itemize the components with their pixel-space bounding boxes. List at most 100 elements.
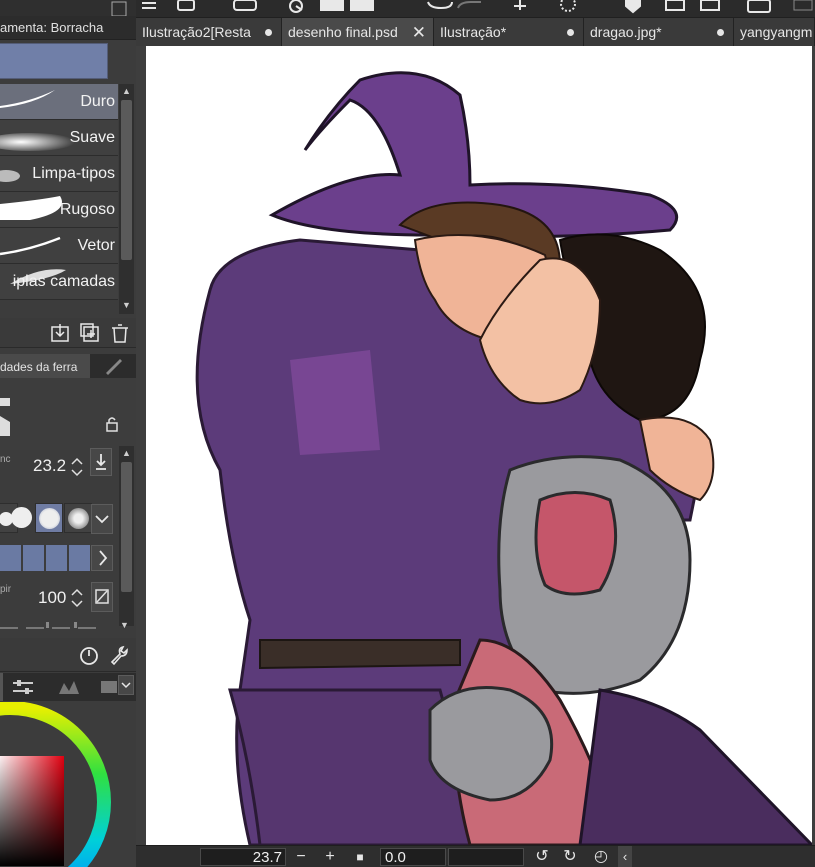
brush-label: Vetor [77, 237, 115, 254]
heart-icon[interactable] [625, 0, 641, 14]
selected-tool-swatch[interactable] [0, 43, 108, 79]
brush-preview-shape [0, 398, 10, 436]
opacity-value[interactable]: 100 [38, 588, 66, 608]
tab-color-wheel[interactable] [0, 673, 3, 701]
rotation-slider[interactable] [448, 848, 524, 866]
artwork-illustration [195, 71, 812, 845]
color-history-icon[interactable] [58, 679, 80, 695]
rotation-field[interactable]: 0.0 [380, 848, 446, 866]
drawing-canvas[interactable] [146, 46, 812, 845]
texture-box[interactable] [23, 545, 44, 571]
brightness-icon[interactable] [560, 0, 576, 12]
film-icon[interactable] [100, 679, 118, 695]
chevron-down-icon[interactable] [91, 504, 113, 534]
brush-item-duro[interactable]: Duro [0, 84, 118, 120]
unsaved-dot-icon [265, 29, 272, 36]
mini-toolbar-icons [111, 1, 127, 17]
chevron-down-icon[interactable] [118, 675, 134, 695]
brush-item-suave[interactable]: Suave [0, 120, 118, 156]
fill-icon[interactable] [320, 0, 374, 11]
zoom-out-icon[interactable]: − [291, 846, 311, 867]
brush-label: iplas camadas [12, 273, 115, 290]
brush-list-scrollbar[interactable]: ▲ ▼ [119, 84, 134, 314]
chevron-left-icon[interactable]: ‹ [618, 846, 632, 867]
reset-view-icon[interactable]: ◴ [590, 846, 612, 867]
size-preset-button[interactable] [90, 448, 112, 476]
toolbar-icons [142, 0, 813, 14]
grid-icon[interactable] [793, 0, 813, 11]
wrench-icon[interactable] [108, 644, 130, 666]
brush-list: Duro Suave Limpa-tipos Rugoso Vetor ipla… [0, 84, 119, 314]
tip-shape-button-soft[interactable] [64, 503, 92, 533]
brush-item-rugoso[interactable]: Rugoso [0, 192, 118, 228]
texture-box[interactable] [0, 545, 21, 571]
brush-panel-actions [0, 318, 136, 348]
tip-shape-button-hard[interactable] [8, 503, 36, 533]
scroll-up-icon[interactable]: ▲ [122, 448, 131, 458]
tab-ilustracao2[interactable]: Ilustração2[Resta [136, 18, 282, 46]
tab-ilustracao[interactable]: Ilustração* [434, 18, 584, 46]
tool-properties-title[interactable]: dades da ferra [0, 354, 90, 378]
chevron-right-icon[interactable] [91, 545, 113, 571]
tab-dragao[interactable]: dragao.jpg* [584, 18, 734, 46]
brush-label: Rugoso [59, 201, 115, 218]
scroll-down-icon[interactable]: ▼ [120, 620, 129, 630]
scroll-thumb[interactable] [121, 462, 132, 592]
opacity-label: pir [0, 584, 12, 595]
opacity-toggle-button[interactable] [91, 582, 113, 612]
close-icon[interactable]: ✕ [412, 18, 426, 46]
gear-icon[interactable] [289, 0, 303, 13]
tool-properties-header: dades da ferra [0, 354, 136, 378]
color-wheel[interactable] [0, 702, 136, 867]
brush-item-limpa-tipos[interactable]: Limpa-tipos [0, 156, 118, 192]
scroll-thumb[interactable] [121, 100, 132, 260]
rotate-right-icon[interactable]: ↻ [560, 846, 580, 867]
transform-icon[interactable] [665, 0, 685, 11]
scroll-down-icon[interactable]: ▼ [122, 300, 131, 310]
color-panel-tabs [0, 673, 136, 701]
add-icon[interactable] [80, 323, 100, 343]
panel-title: amenta: Borracha [0, 16, 136, 40]
menu-icon[interactable] [142, 2, 156, 9]
tab-yangyangm[interactable]: yangyangm [734, 18, 815, 46]
toolbar [136, 0, 815, 18]
zoom-in-icon[interactable]: + [320, 846, 340, 867]
scroll-up-icon[interactable]: ▲ [122, 86, 131, 96]
download-icon[interactable] [50, 323, 70, 343]
brush-label: Limpa-tipos [32, 165, 115, 182]
download-icon [96, 454, 106, 470]
brush-preview [0, 378, 136, 450]
transform-icon-2[interactable] [700, 0, 720, 11]
tab-desenho-final[interactable]: desenho final.psd ✕ [282, 18, 434, 46]
properties-scrollbar[interactable]: ▲ [119, 446, 134, 626]
brush-size-value[interactable]: 23.2 [33, 456, 66, 476]
undo-icon[interactable] [427, 1, 453, 10]
pen-icon[interactable] [104, 357, 124, 375]
brush-item-multiplas-camadas[interactable]: iplas camadas [0, 264, 118, 300]
layer-icon[interactable] [233, 0, 257, 11]
move-icon[interactable] [514, 0, 526, 10]
redo-icon[interactable] [457, 1, 481, 9]
top-strip [0, 0, 136, 17]
tip-shape-button-medium[interactable] [35, 503, 63, 533]
brush-item-vetor[interactable]: Vetor [0, 228, 118, 264]
camera-icon[interactable] [747, 0, 771, 13]
spinner-icon[interactable] [70, 456, 84, 478]
color-slider-icon[interactable] [12, 679, 34, 695]
tab-label: Ilustração* [440, 24, 507, 40]
spinner-icon[interactable] [70, 586, 84, 610]
unsaved-dot-icon [567, 29, 574, 36]
stabilizer-preview [0, 622, 96, 629]
stop-icon[interactable]: ■ [350, 846, 370, 867]
texture-box[interactable] [46, 545, 67, 571]
document-tabs: Ilustração2[Resta desenho final.psd ✕ Il… [136, 18, 815, 46]
zoom-field[interactable]: 23.7 [200, 848, 286, 866]
new-layer-icon[interactable] [177, 0, 195, 11]
texture-box[interactable] [69, 545, 90, 571]
trash-icon[interactable] [110, 323, 130, 343]
lock-icon[interactable] [104, 416, 120, 432]
settings-dial-icon[interactable] [78, 644, 100, 666]
brush-label: Duro [80, 93, 115, 110]
rotate-left-icon[interactable]: ↺ [532, 846, 552, 867]
color-wheel-panel [0, 702, 136, 867]
